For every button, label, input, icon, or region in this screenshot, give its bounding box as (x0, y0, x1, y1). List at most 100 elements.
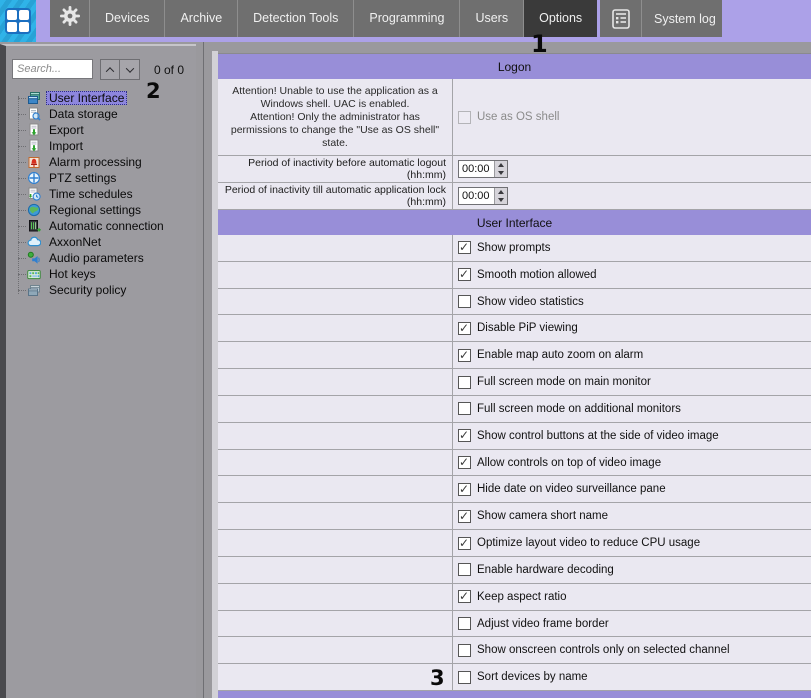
checkbox-show-onscreen-controls-only-on-selected-channel[interactable] (458, 644, 471, 657)
spinner-buttons[interactable] (494, 161, 507, 177)
checkbox-disable-pip-viewing[interactable]: ✓ (458, 322, 471, 335)
option-row-spacer (218, 423, 453, 449)
attention-text: Attention! Unable to use the application… (218, 79, 453, 155)
lock-period-spinbox[interactable]: 00:00 (458, 187, 508, 205)
search-prev-button[interactable] (100, 59, 120, 80)
option-label: Show onscreen controls only on selected … (477, 644, 730, 656)
cloud-icon (27, 235, 41, 249)
tab-users[interactable]: Users (459, 0, 523, 37)
policy-icon (27, 283, 41, 297)
checkbox-enable-map-auto-zoom-on-alarm[interactable]: ✓ (458, 349, 471, 362)
section-header-user-interface: User Interface (218, 210, 811, 235)
tree-item-user-interface[interactable]: User Interface (6, 90, 196, 106)
gear-menu-button[interactable] (50, 0, 90, 37)
next-section-header (218, 691, 811, 698)
tree-item-alarm-processing[interactable]: Alarm processing (6, 154, 196, 170)
checkbox-full-screen-mode-on-additional-monitors[interactable] (458, 402, 471, 415)
search-nav-buttons (100, 59, 140, 80)
checkbox-adjust-video-frame-border[interactable] (458, 617, 471, 630)
option-row-spacer (218, 637, 453, 663)
windows-icon (27, 91, 41, 105)
option-row-spacer (218, 611, 453, 637)
option-row-hide-date-on-video-surveillance-pane: ✓ Hide date on video surveillance pane (218, 476, 811, 503)
search-input[interactable] (12, 59, 93, 79)
option-row-spacer (218, 476, 453, 502)
logout-period-spinbox[interactable]: 00:00 (458, 160, 508, 178)
main-menu: DevicesArchiveDetection ToolsProgramming… (50, 0, 597, 37)
option-row-keep-aspect-ratio: ✓Keep aspect ratio (218, 584, 811, 611)
checkbox-enable-hardware-decoding[interactable] (458, 563, 471, 576)
system-log-button[interactable]: System log (600, 0, 722, 37)
checkmark-icon: ✓ (459, 267, 469, 281)
checkbox-show-prompts[interactable]: ✓ (458, 241, 471, 254)
search-next-button[interactable] (120, 59, 140, 80)
option-row-spacer (218, 664, 453, 690)
checkbox-allow-controls-on-top-of-video-image[interactable]: ✓ (458, 456, 471, 469)
checkbox-show-camera-short-name[interactable]: ✓ (458, 510, 471, 523)
option-row-adjust-video-frame-border: Adjust video frame border (218, 611, 811, 638)
option-row-show-prompts: ✓Show prompts (218, 235, 811, 262)
tree-item-data-storage[interactable]: Data storage (6, 106, 196, 122)
tree-item-label: AxxonNet (46, 235, 104, 249)
tab-programming[interactable]: Programming (353, 0, 459, 37)
gear-icon (58, 4, 82, 33)
checkbox-optimize-layout-video-to-reduce-cpu-usage[interactable]: ✓ (458, 537, 471, 550)
tab-archive[interactable]: Archive (164, 0, 237, 37)
checkmark-icon: ✓ (459, 348, 469, 362)
checkmark-icon: ✓ (459, 509, 469, 523)
export-icon (27, 123, 41, 137)
tree-item-audio-parameters[interactable]: Audio parameters (6, 250, 196, 266)
tab-strip: DevicesArchiveDetection ToolsProgramming… (90, 0, 597, 37)
audio-icon (27, 251, 41, 265)
option-label: Full screen mode on main monitor (477, 376, 651, 388)
app-logo-button[interactable] (0, 0, 36, 42)
option-row-show-control-buttons-at-the-side-of-video-image: ✓ Show control buttons at the side of vid… (218, 423, 811, 450)
tree-item-export[interactable]: Export (6, 122, 196, 138)
option-row-spacer (218, 262, 453, 288)
option-row-allow-controls-on-top-of-video-image: ✓Allow controls on top of video image (218, 450, 811, 477)
checkbox-show-video-statistics[interactable] (458, 295, 471, 308)
tree-item-label: Import (46, 139, 86, 153)
checkmark-icon: ✓ (459, 240, 469, 254)
option-label: Smooth motion allowed (477, 269, 597, 281)
checkbox-smooth-motion-allowed[interactable]: ✓ (458, 268, 471, 281)
option-label: Disable PiP viewing (477, 322, 578, 334)
tree-item-axxonnet[interactable]: AxxonNet (6, 234, 196, 250)
tree-item-import[interactable]: Import (6, 138, 196, 154)
use-as-os-shell-checkbox[interactable] (458, 111, 471, 124)
option-row-spacer (218, 530, 453, 556)
option-row-full-screen-mode-on-main-monitor: Full screen mode on main monitor (218, 369, 811, 396)
checkbox-keep-aspect-ratio[interactable]: ✓ (458, 590, 471, 603)
content-area: 0 of 0 User InterfaceData storageExportI… (0, 42, 811, 698)
option-row-sort-devices-by-name: Sort devices by name (218, 664, 811, 691)
checkmark-icon: ✓ (459, 482, 469, 496)
tree-item-hot-keys[interactable]: Hot keys (6, 266, 196, 282)
server-icon (27, 219, 41, 233)
option-label: Sort devices by name (477, 671, 588, 683)
tab-detection-tools[interactable]: Detection Tools (237, 0, 353, 37)
tree-item-label: Automatic connection (46, 219, 167, 233)
checkbox-hide-date-on-video-surveillance-pane[interactable]: ✓ (458, 483, 471, 496)
splitter[interactable] (196, 42, 212, 698)
option-label: Show control buttons at the side of vide… (477, 430, 719, 442)
tree-item-automatic-connection[interactable]: Automatic connection (6, 218, 196, 234)
section-title: Logon (498, 60, 531, 74)
option-label: Adjust video frame border (477, 618, 609, 630)
tree-item-time-schedules[interactable]: Time schedules (6, 186, 196, 202)
tab-devices[interactable]: Devices (90, 0, 164, 37)
annotation-2: 2 (146, 79, 161, 103)
tree-item-security-policy[interactable]: Security policy (6, 282, 196, 298)
checkbox-full-screen-mode-on-main-monitor[interactable] (458, 376, 471, 389)
checkbox-sort-devices-by-name[interactable] (458, 671, 471, 684)
spinner-buttons[interactable] (494, 188, 507, 204)
logout-period-label: Period of inactivity before automatic lo… (218, 156, 453, 182)
report-icon (600, 0, 642, 37)
tree-item-regional-settings[interactable]: Regional settings (6, 202, 196, 218)
settings-tree: User InterfaceData storageExportImportAl… (6, 90, 196, 298)
app-grid-icon (5, 8, 31, 34)
checkbox-show-control-buttons-at-the-side-of-video-image[interactable]: ✓ (458, 429, 471, 442)
tree-item-label: Data storage (46, 107, 121, 121)
option-label: Hide date on video surveillance pane (477, 483, 666, 495)
tree-item-ptz-settings[interactable]: PTZ settings (6, 170, 196, 186)
alarm-icon (27, 155, 41, 169)
